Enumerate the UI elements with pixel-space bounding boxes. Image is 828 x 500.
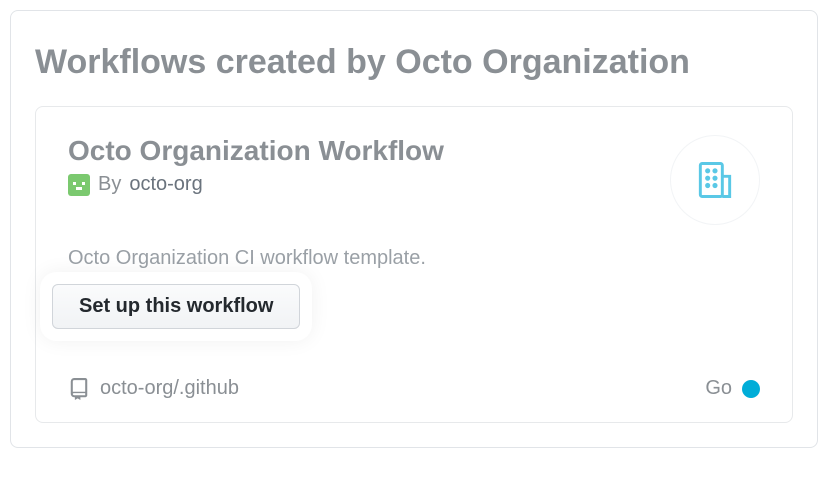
card-footer: octo-org/.github Go bbox=[68, 377, 760, 400]
card-header: Octo Organization Workflow By octo-org bbox=[68, 135, 760, 225]
language-color-dot bbox=[742, 380, 760, 398]
owner-link[interactable]: octo-org bbox=[129, 173, 202, 196]
language-indicator: Go bbox=[705, 377, 760, 400]
workflow-description: Octo Organization CI workflow template. bbox=[68, 247, 760, 270]
section-title: Workflows created by Octo Organization bbox=[35, 43, 793, 82]
workflow-title: Octo Organization Workflow bbox=[68, 135, 444, 167]
repo-icon bbox=[68, 378, 90, 400]
organization-icon bbox=[693, 158, 737, 202]
workflow-byline: By octo-org bbox=[68, 173, 444, 196]
repo-link[interactable]: octo-org/.github bbox=[68, 377, 239, 400]
language-name: Go bbox=[705, 377, 732, 400]
owner-avatar-icon bbox=[68, 174, 90, 196]
setup-workflow-button[interactable]: Set up this workflow bbox=[52, 284, 300, 329]
card-heading-group: Octo Organization Workflow By octo-org bbox=[68, 135, 444, 196]
workflow-category-icon bbox=[670, 135, 760, 225]
workflows-panel: Workflows created by Octo Organization O… bbox=[10, 10, 818, 448]
by-prefix: By bbox=[98, 173, 121, 196]
workflow-card: Octo Organization Workflow By octo-org bbox=[35, 106, 793, 423]
repo-path: octo-org/.github bbox=[100, 377, 239, 400]
